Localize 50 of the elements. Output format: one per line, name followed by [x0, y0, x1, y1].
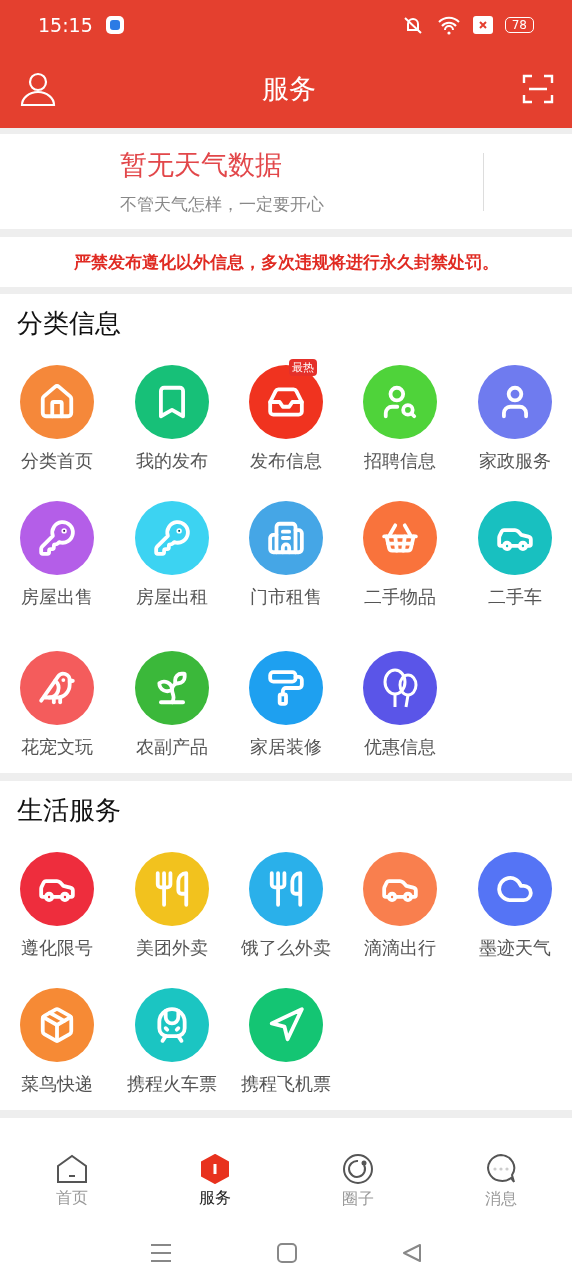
- battery-level: 78: [504, 17, 534, 33]
- service-label: 二手物品: [364, 585, 437, 609]
- service-label: 家居装修: [249, 735, 322, 759]
- service-label: 农副产品: [135, 735, 208, 759]
- bird-icon: [38, 669, 77, 707]
- wifi-icon: [436, 15, 461, 35]
- nav-tab[interactable]: 首页: [0, 1138, 143, 1225]
- nav-tab[interactable]: 消息: [429, 1138, 572, 1225]
- service-label: 携程飞机票: [240, 1072, 331, 1096]
- service-label: 花宠文玩: [21, 735, 94, 759]
- service-label: 分类首页: [21, 449, 94, 473]
- building-icon: [266, 519, 305, 557]
- chat-icon: [484, 1153, 517, 1185]
- menu-icon[interactable]: [150, 1242, 172, 1263]
- service-label: 饿了么外卖: [240, 936, 331, 960]
- service-label: 招聘信息: [364, 449, 437, 473]
- service-label: 墨迹天气: [478, 936, 551, 960]
- service-label: 二手车: [487, 585, 542, 609]
- scan-icon[interactable]: [522, 73, 554, 105]
- service-label: 房屋出租: [135, 585, 208, 609]
- hexagon-icon: [200, 1154, 229, 1184]
- sim-off-icon: [472, 16, 493, 34]
- status-time: 15:15: [38, 14, 93, 36]
- service-label: 房屋出售: [21, 585, 94, 609]
- home-icon: [55, 1154, 88, 1184]
- service-label: 遵化限号: [21, 936, 94, 960]
- service-label: 门市租售: [249, 585, 322, 609]
- service-label: 菜鸟快递: [21, 1072, 94, 1096]
- nav-tab[interactable]: 服务: [143, 1138, 286, 1225]
- service-label: 美团外卖: [135, 936, 208, 960]
- service-label: 携程火车票: [126, 1072, 217, 1096]
- service-label: 家政服务: [478, 449, 551, 473]
- roller-icon: [266, 669, 305, 707]
- nav-tab[interactable]: 圈子: [286, 1138, 429, 1225]
- home-square-icon[interactable]: [277, 1242, 297, 1263]
- section-title: 生活服务: [17, 794, 122, 827]
- weather-subtitle: 不管天气怎样，一定要开心: [120, 193, 325, 216]
- service-label: 优惠信息: [364, 735, 437, 759]
- page-title: 服务: [261, 72, 317, 106]
- section-title: 分类信息: [17, 307, 122, 340]
- hot-badge: 最热: [288, 359, 317, 376]
- user-icon[interactable]: [20, 71, 56, 107]
- notice-text: 严禁发布遵化以外信息，多次违规将进行永久封禁处罚。: [73, 250, 499, 274]
- app-icon: [104, 15, 125, 35]
- weather-title: 暂无天气数据: [120, 148, 283, 182]
- circle-icon: [341, 1153, 374, 1185]
- service-label: 发布信息: [249, 449, 322, 473]
- service-label: 我的发布: [135, 449, 208, 473]
- service-label: 滴滴出行: [364, 936, 437, 960]
- back-icon[interactable]: [402, 1242, 422, 1263]
